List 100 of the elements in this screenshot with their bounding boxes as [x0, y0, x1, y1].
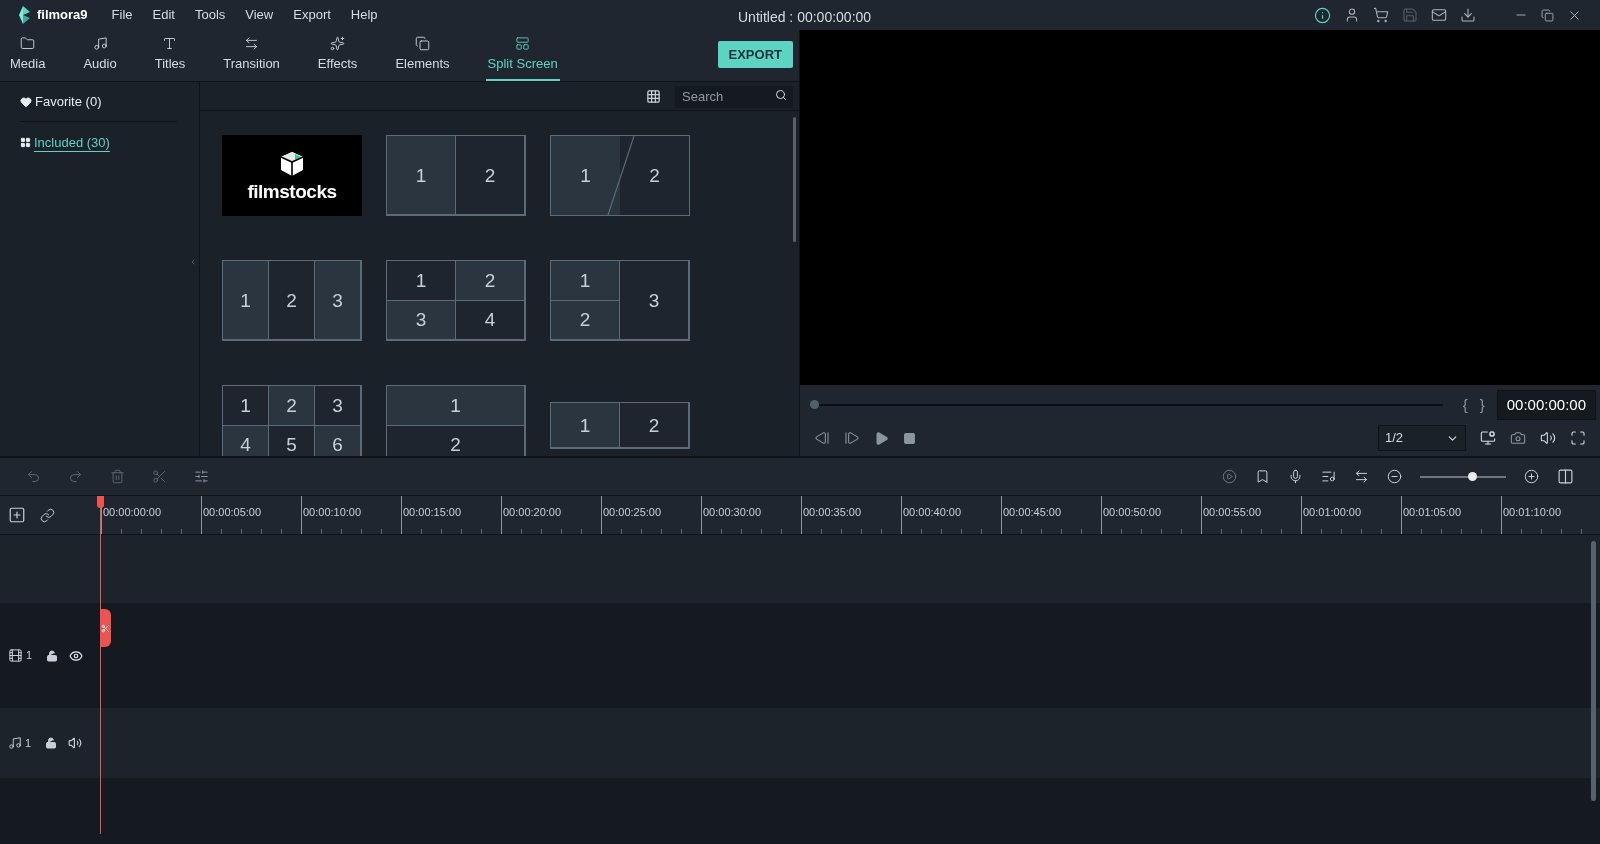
lock-icon[interactable]	[46, 649, 59, 662]
mark-out-button[interactable]: }	[1479, 393, 1485, 417]
sidebar-item[interactable]: Included (30)	[34, 132, 110, 152]
add-track-icon[interactable]	[8, 506, 26, 524]
ruler-timecode: 00:01:10:00	[1503, 505, 1562, 520]
preview-timecode: 00:00:00:00	[1496, 389, 1596, 421]
previous-frame-icon[interactable]	[814, 430, 830, 446]
text-icon	[162, 35, 178, 51]
folder-icon	[20, 35, 36, 51]
play-icon[interactable]	[874, 430, 889, 446]
ruler-timecode: 00:01:05:00	[1403, 505, 1462, 520]
playhead-handle[interactable]	[97, 496, 104, 508]
restore-icon[interactable]	[1541, 8, 1554, 22]
zoom-out-icon[interactable]	[1387, 469, 1402, 484]
tab[interactable]: Media	[8, 35, 48, 81]
render-icon[interactable]	[1222, 469, 1237, 484]
eye-icon[interactable]	[69, 648, 84, 663]
logo-text: filmstocks	[247, 182, 337, 201]
ruler-timecode: 00:00:40:00	[903, 505, 962, 520]
fullscreen-icon[interactable]	[1570, 430, 1586, 446]
search-icon[interactable]	[775, 89, 787, 101]
progress-handle[interactable]	[810, 400, 819, 409]
split-layout-thumbnail[interactable]: 1 2	[550, 135, 690, 216]
adjust-icon[interactable]	[194, 469, 209, 484]
tab[interactable]: Split Screen	[485, 35, 560, 81]
menu-item[interactable]: View	[245, 5, 274, 25]
tab[interactable]: Audio	[81, 35, 119, 81]
filmstocks-tile[interactable]: filmstocks	[222, 135, 362, 216]
ruler-timecode: 00:00:10:00	[303, 505, 362, 520]
menu-item[interactable]: File	[111, 5, 133, 25]
menu-item[interactable]: Help	[350, 5, 378, 25]
layout-number: 5	[286, 435, 297, 455]
heart-icon	[20, 95, 32, 108]
layout-number: 1	[415, 270, 427, 290]
split-layout-thumbnail[interactable]: 1 2 3 4	[386, 260, 526, 341]
search-field[interactable]: Search	[675, 85, 793, 108]
menu-item[interactable]: Tools	[194, 5, 226, 25]
split-layout-thumbnail[interactable]: 1 2 3 4 5 6	[222, 385, 362, 456]
layout-number: 2	[484, 270, 496, 290]
sparkle-icon	[330, 35, 346, 51]
ruler-timecode: 00:00:00:00	[103, 505, 162, 520]
layout-number: 3	[332, 290, 343, 310]
split-handle[interactable]	[100, 609, 111, 647]
marker-icon[interactable]	[1255, 469, 1270, 484]
scissors-icon	[101, 623, 110, 633]
ruler-timecode: 00:00:45:00	[1003, 505, 1062, 520]
layout-number: 1	[415, 165, 427, 185]
panel-layout-icon[interactable]	[1557, 468, 1574, 485]
user-icon[interactable]	[1344, 7, 1360, 23]
layout-number: 1	[240, 290, 251, 310]
next-frame-icon[interactable]	[844, 430, 860, 446]
split-layout-thumbnail[interactable]: 1 2 3	[222, 260, 362, 341]
camera-icon[interactable]	[1510, 430, 1526, 446]
split-layout-thumbnail[interactable]: 1 2 3	[550, 260, 690, 341]
zoom-in-icon[interactable]	[1524, 469, 1539, 484]
layout-number: 2	[484, 165, 496, 185]
download-icon[interactable]	[1460, 7, 1476, 23]
info-icon[interactable]	[1314, 6, 1331, 24]
ruler-timecode: 00:00:35:00	[803, 505, 862, 520]
menu-item[interactable]: Export	[293, 5, 331, 25]
display-settings-icon[interactable]	[1480, 430, 1496, 446]
split-layout-thumbnail[interactable]: 1 2	[550, 402, 690, 449]
link-icon[interactable]	[40, 507, 55, 523]
grid-view-icon[interactable]	[646, 88, 661, 104]
stop-icon[interactable]	[903, 431, 916, 445]
lock-icon[interactable]	[45, 737, 58, 749]
ruler-timecode: 00:00:25:00	[603, 505, 662, 520]
speaker-icon[interactable]	[68, 736, 83, 750]
layout-number: 3	[332, 395, 343, 415]
tab[interactable]: Elements	[393, 35, 452, 81]
ruler-timecode: 00:00:55:00	[1203, 505, 1262, 520]
scissors-icon[interactable]	[152, 469, 167, 484]
microphone-icon[interactable]	[1288, 469, 1303, 484]
scrollbar-thumb[interactable]	[793, 117, 796, 242]
tab[interactable]: Transition	[221, 35, 282, 81]
menu-item[interactable]: Edit	[152, 5, 175, 25]
sidebar-item[interactable]: Favorite (0)	[35, 92, 102, 112]
zoom-slider[interactable]	[1420, 475, 1506, 478]
zoom-slider-thumb[interactable]	[1467, 471, 1477, 481]
fit-icon[interactable]	[1354, 469, 1369, 484]
layout-number: 4	[484, 310, 496, 330]
cart-icon[interactable]	[1373, 7, 1389, 23]
export-button[interactable]: EXPORT	[717, 40, 793, 68]
ruler-timecode: 00:00:30:00	[703, 505, 762, 520]
split-layout-thumbnail[interactable]: 1 2	[386, 135, 526, 216]
layout-number: 2	[649, 166, 660, 185]
split-layout-thumbnail[interactable]: 1 2	[386, 385, 526, 456]
volume-icon[interactable]	[1540, 430, 1556, 446]
mail-icon[interactable]	[1431, 7, 1447, 23]
mark-in-button[interactable]: {	[1462, 393, 1468, 417]
arrows-icon	[244, 35, 260, 51]
quality-dropdown[interactable]: 1/2	[1378, 425, 1466, 451]
layout-number: 3	[648, 290, 660, 310]
scrollbar-thumb[interactable]	[1591, 541, 1596, 801]
music-note-icon	[92, 35, 108, 51]
audio-mixer-icon[interactable]	[1321, 469, 1336, 484]
tab[interactable]: Titles	[152, 35, 188, 81]
window-title: Untitled : 00:00:00:00	[738, 8, 872, 27]
layers-icon	[414, 35, 430, 51]
tab[interactable]: Effects	[315, 35, 360, 81]
